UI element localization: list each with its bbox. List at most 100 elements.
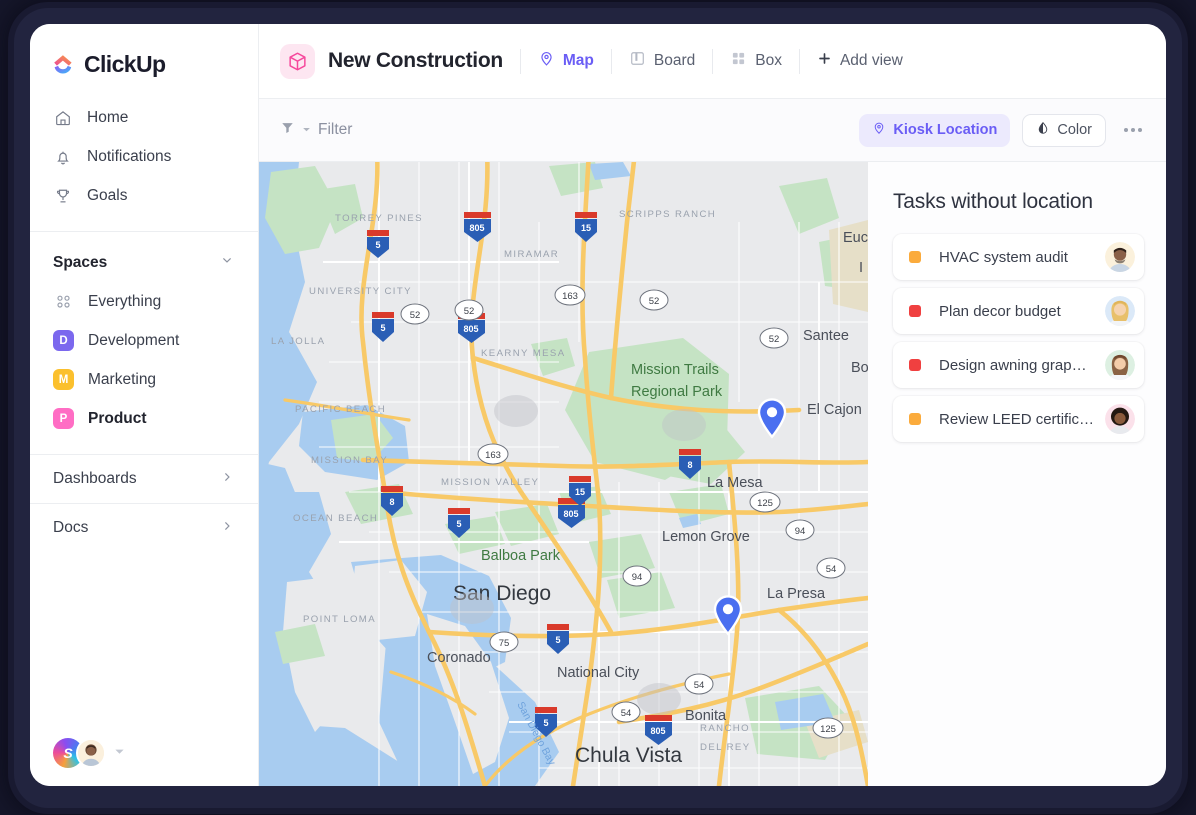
chevron-right-icon bbox=[219, 518, 235, 539]
map-label: Santee bbox=[803, 328, 849, 344]
tab-board[interactable]: Board bbox=[629, 50, 695, 72]
map-canvas[interactable]: .land{fill:#e9eaec}.water{fill:#a8ccf0}.… bbox=[259, 162, 868, 786]
svg-text:52: 52 bbox=[769, 334, 780, 345]
tab-label: Map bbox=[562, 52, 594, 69]
svg-text:805: 805 bbox=[469, 223, 484, 233]
sidebar-row-label: Dashboards bbox=[53, 470, 137, 487]
task-name: Plan decor budget bbox=[939, 302, 1061, 320]
add-view-button[interactable]: Add view bbox=[817, 51, 903, 71]
chevron-down-icon[interactable] bbox=[114, 744, 125, 762]
status-badge bbox=[909, 413, 921, 425]
map-label: TORREY PINES bbox=[335, 213, 423, 224]
task-row[interactable]: HVAC system audit bbox=[893, 234, 1144, 280]
color-drop-icon bbox=[1036, 121, 1050, 139]
sidebar-space-everything[interactable]: Everything bbox=[30, 282, 258, 321]
more-options-button[interactable] bbox=[1120, 117, 1146, 143]
sidebar-item-label: Home bbox=[87, 108, 129, 126]
page-title: New Construction bbox=[328, 49, 503, 72]
svg-text:5: 5 bbox=[555, 635, 560, 645]
avatar[interactable] bbox=[1105, 350, 1135, 380]
map-label: RANCHO bbox=[700, 723, 750, 734]
map-label: UNIVERSITY CITY bbox=[309, 286, 412, 297]
sidebar-space-label: Development bbox=[88, 331, 180, 349]
sidebar-item-docs[interactable]: Docs bbox=[30, 503, 258, 552]
state-route-shield: 94 bbox=[622, 565, 652, 587]
status-badge bbox=[909, 359, 921, 371]
user-account-strip[interactable]: S bbox=[30, 738, 125, 768]
space-badge: D bbox=[53, 330, 74, 351]
spaces-header[interactable]: Spaces bbox=[30, 232, 258, 273]
filter-button[interactable]: Filter bbox=[280, 120, 352, 140]
sidebar-item-dashboards[interactable]: Dashboards bbox=[30, 454, 258, 503]
svg-text:52: 52 bbox=[464, 306, 475, 317]
chevron-down-icon[interactable] bbox=[219, 252, 235, 273]
svg-text:8: 8 bbox=[687, 460, 692, 470]
svg-text:5: 5 bbox=[375, 240, 380, 250]
state-route-shield: 94 bbox=[785, 519, 815, 541]
clickup-logo-icon bbox=[51, 53, 75, 77]
sidebar-item-notifications[interactable]: Notifications bbox=[30, 137, 258, 176]
avatar[interactable] bbox=[1105, 404, 1135, 434]
svg-text:54: 54 bbox=[694, 680, 705, 691]
clickup-app-window: ClickUp Home Notifications Goals Spaces … bbox=[30, 24, 1166, 786]
avatar[interactable] bbox=[1105, 242, 1135, 272]
space-badge: P bbox=[53, 408, 74, 429]
tasks-without-location-panel: Tasks without location HVAC system audit bbox=[868, 162, 1166, 786]
tab-map[interactable]: Map bbox=[538, 50, 594, 72]
add-view-label: Add view bbox=[839, 52, 903, 69]
map-pin-marker[interactable] bbox=[711, 593, 745, 638]
clickup-logo[interactable]: ClickUp bbox=[30, 24, 258, 78]
home-icon bbox=[53, 108, 72, 127]
svg-text:54: 54 bbox=[621, 708, 632, 719]
state-route-shield: 125 bbox=[812, 717, 844, 739]
task-name: Review LEED certific… bbox=[939, 410, 1095, 428]
filter-icon bbox=[280, 120, 295, 140]
svg-text:94: 94 bbox=[632, 572, 643, 583]
color-button[interactable]: Color bbox=[1022, 113, 1106, 147]
avatar[interactable] bbox=[1105, 296, 1135, 326]
kiosk-location-chip[interactable]: Kiosk Location bbox=[859, 113, 1011, 147]
sidebar-item-label: Goals bbox=[87, 186, 128, 204]
task-row[interactable]: Plan decor budget bbox=[893, 288, 1144, 334]
svg-text:163: 163 bbox=[562, 291, 578, 302]
map-label: DEL REY bbox=[700, 742, 751, 753]
svg-text:54: 54 bbox=[826, 564, 837, 575]
svg-text:125: 125 bbox=[757, 498, 773, 509]
state-route-shield: 163 bbox=[554, 284, 586, 306]
map-label: Regional Park bbox=[631, 384, 723, 400]
sidebar: ClickUp Home Notifications Goals Spaces … bbox=[30, 24, 259, 786]
map-label: El Cajon bbox=[807, 402, 862, 418]
map-graphic: .land{fill:#e9eaec}.water{fill:#a8ccf0}.… bbox=[259, 162, 868, 786]
divider bbox=[712, 48, 714, 74]
svg-text:5: 5 bbox=[543, 718, 548, 728]
sidebar-space-label: Everything bbox=[88, 292, 162, 310]
svg-text:125: 125 bbox=[820, 724, 836, 735]
tab-box[interactable]: Box bbox=[730, 50, 782, 72]
sidebar-space-label: Marketing bbox=[88, 370, 157, 388]
task-row[interactable]: Design awning grap… bbox=[893, 342, 1144, 388]
status-badge bbox=[909, 305, 921, 317]
sidebar-space-development[interactable]: D Development bbox=[30, 321, 258, 360]
sidebar-space-marketing[interactable]: M Marketing bbox=[30, 360, 258, 399]
task-row[interactable]: Review LEED certific… bbox=[893, 396, 1144, 442]
box-grid-icon bbox=[730, 50, 747, 72]
sidebar-space-product[interactable]: P Product bbox=[30, 399, 258, 438]
svg-text:805: 805 bbox=[463, 324, 478, 334]
avatar[interactable] bbox=[76, 738, 106, 768]
map-label: POINT LOMA bbox=[303, 614, 376, 625]
sidebar-item-home[interactable]: Home bbox=[30, 98, 258, 137]
sidebar-row-label: Docs bbox=[53, 519, 89, 536]
map-label: PACIFIC BEACH bbox=[295, 404, 386, 415]
map-label: La Mesa bbox=[707, 475, 764, 491]
svg-text:15: 15 bbox=[581, 223, 591, 233]
map-pin-icon bbox=[872, 121, 886, 139]
sidebar-item-goals[interactable]: Goals bbox=[30, 176, 258, 215]
trophy-icon bbox=[53, 186, 72, 205]
screenshot-root: ClickUp Home Notifications Goals Spaces … bbox=[0, 0, 1196, 815]
panel-title: Tasks without location bbox=[893, 190, 1093, 213]
plus-icon bbox=[817, 51, 832, 71]
map-label: KEARNY MESA bbox=[481, 348, 566, 359]
state-route-shield: 125 bbox=[749, 491, 781, 513]
caret-down-icon bbox=[302, 121, 311, 139]
map-pin-marker[interactable] bbox=[755, 396, 789, 441]
